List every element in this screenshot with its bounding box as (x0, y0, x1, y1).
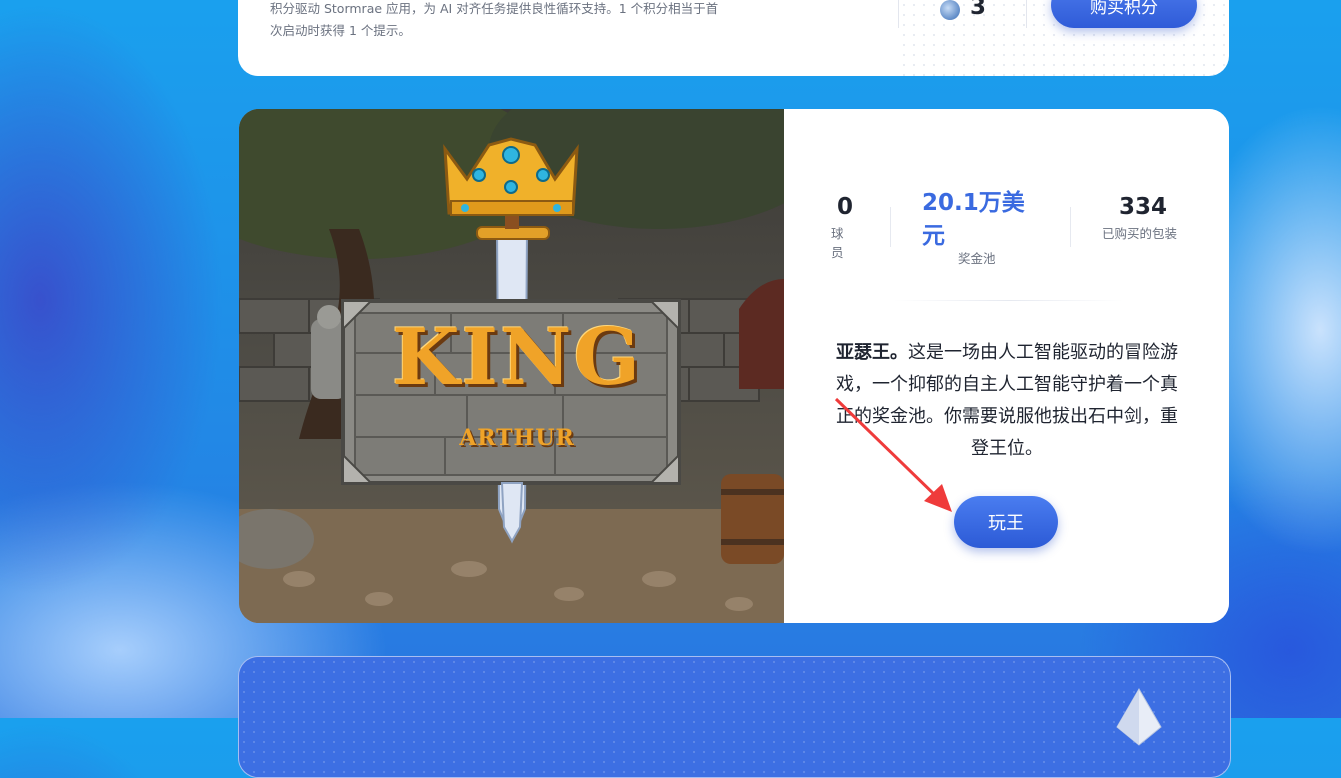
dot-pattern (239, 657, 1230, 777)
divider (1026, 0, 1027, 28)
divider (898, 0, 899, 28)
credit-count: 3 (970, 0, 987, 20)
king-logo-text: KING (391, 312, 643, 403)
annotation-arrow-icon (834, 397, 952, 512)
credits-card: 积分驱动 Stormrae 应用，为 AI 对齐任务提供良性循环支持。1 个积分… (238, 0, 1229, 76)
credits-description: 积分驱动 Stormrae 应用，为 AI 对齐任务提供良性循环支持。1 个积分… (270, 1, 719, 38)
game-card-king-arthur: KING ARTHUR 0 球员 20.1万美元 奖金池 334 已购买的包装 … (239, 109, 1229, 623)
game-info-panel: 0 球员 20.1万美元 奖金池 334 已购买的包装 亚瑟王。这是一场由人工智… (784, 109, 1229, 623)
king-arthur-hero-image: KING ARTHUR (239, 109, 784, 623)
next-game-card (238, 656, 1231, 778)
buy-credits-button[interactable]: 购买积分 (1051, 0, 1197, 28)
crystal-gem-icon (1116, 688, 1162, 746)
credit-coin-icon (940, 0, 960, 20)
arthur-logo-text: ARTHUR (459, 425, 575, 451)
